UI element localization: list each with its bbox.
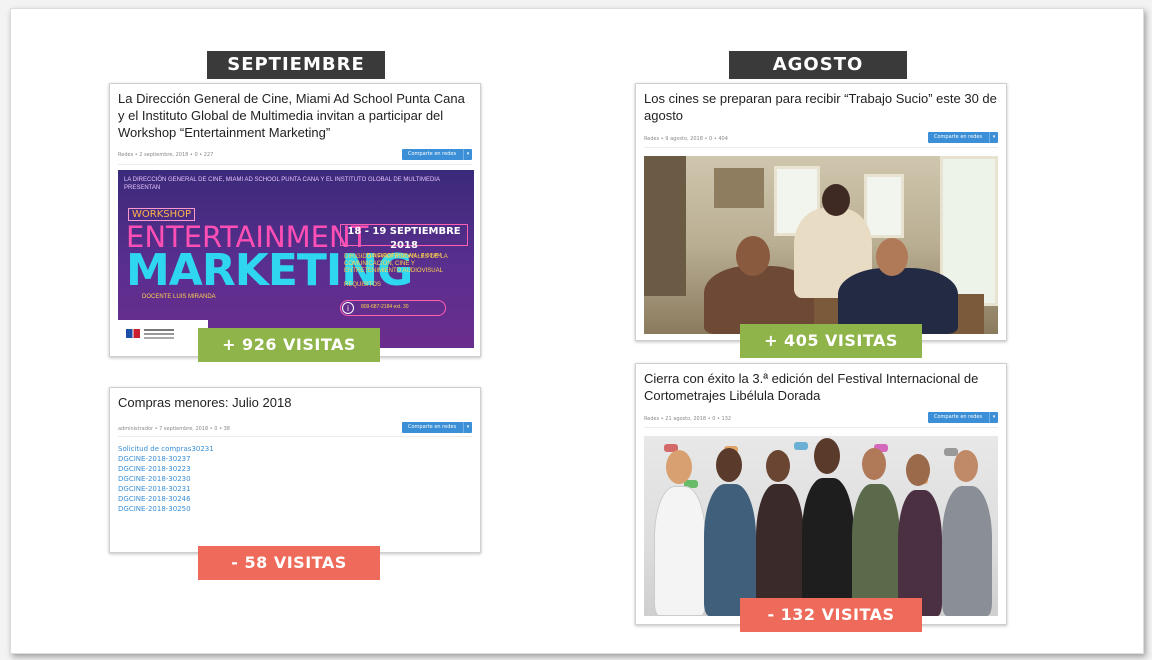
post-meta: Redes • 2 septiembre, 2018 • 0 • 227 (118, 152, 214, 158)
festival-group-photo (644, 436, 998, 616)
month-label-agosto: AGOSTO (729, 51, 907, 79)
share-button[interactable]: Comparte en redes ▾ (928, 412, 998, 423)
post-meta: administrador • 7 septiembre, 2018 • 0 •… (118, 426, 230, 432)
share-label: Comparte en redes (408, 151, 457, 157)
poster-contact: 809-687-2184 ext. 30 (340, 300, 446, 316)
document-links: Solicitud de compras30231 DGCINE-2018-30… (118, 444, 214, 514)
logo-icon (144, 329, 174, 331)
slide: SEPTIEMBRE AGOSTO La Dirección General d… (10, 8, 1144, 654)
doc-link[interactable]: DGCINE-2018-30230 (118, 474, 214, 484)
poster-date: 18 - 19 SEPTIEMBRE 2018 FUNGLODE 9:00 AM… (340, 224, 468, 259)
divider (644, 427, 998, 428)
poster-dirigido: DIRIGIDO A PROFESIONALES DE LA COMUNICAC… (344, 254, 448, 274)
post-card-compras[interactable]: Compras menores: Julio 2018 administrado… (109, 387, 481, 580)
movie-still-image (644, 156, 998, 334)
chevron-down-icon[interactable]: ▾ (463, 149, 472, 160)
share-button[interactable]: Comparte en redes ▾ (402, 149, 472, 160)
post-title[interactable]: Cierra con éxito la 3.ª edición del Fest… (644, 370, 998, 404)
post-card-workshop[interactable]: La Dirección General de Cine, Miami Ad S… (109, 83, 481, 362)
doc-link[interactable]: Solicitud de compras30231 (118, 444, 214, 454)
post-card-cines[interactable]: Los cines se preparan para recibir “Trab… (635, 83, 1007, 358)
doc-link[interactable]: DGCINE-2018-30231 (118, 484, 214, 494)
doc-link[interactable]: DGCINE-2018-30223 (118, 464, 214, 474)
share-label: Comparte en redes (934, 414, 983, 420)
info-icon: i (342, 302, 354, 314)
visits-badge: + 926 VISITAS (198, 328, 380, 362)
share-button[interactable]: Comparte en redes ▾ (402, 422, 472, 433)
share-label: Comparte en redes (934, 134, 983, 140)
divider (118, 436, 472, 437)
post-title[interactable]: Compras menores: Julio 2018 (118, 394, 472, 411)
poster-date-text: 18 - 19 SEPTIEMBRE 2018 (347, 226, 461, 251)
visits-badge: + 405 VISITAS (740, 324, 922, 358)
divider (644, 147, 998, 148)
post-card-festival[interactable]: Cierra con éxito la 3.ª edición del Fest… (635, 363, 1007, 632)
visits-badge: - 58 VISITAS (198, 546, 380, 580)
share-button[interactable]: Comparte en redes ▾ (928, 132, 998, 143)
poster-top-text: LA DIRECCIÓN GENERAL DE CINE, MIAMI AD S… (124, 177, 440, 191)
flag-icon (126, 329, 140, 338)
divider (118, 164, 472, 165)
month-label-septiembre: SEPTIEMBRE (207, 51, 385, 79)
workshop-poster-image: LA DIRECCIÓN GENERAL DE CINE, MIAMI AD S… (118, 170, 474, 348)
post-meta: Redes • 21 agosto, 2018 • 0 • 132 (644, 416, 732, 422)
doc-link[interactable]: DGCINE-2018-30250 (118, 504, 214, 514)
share-label: Comparte en redes (408, 424, 457, 430)
visits-badge: - 132 VISITAS (740, 598, 922, 632)
chevron-down-icon[interactable]: ▾ (989, 132, 998, 143)
post-title[interactable]: La Dirección General de Cine, Miami Ad S… (118, 90, 472, 141)
doc-link[interactable]: DGCINE-2018-30237 (118, 454, 214, 464)
chevron-down-icon[interactable]: ▾ (989, 412, 998, 423)
poster-requisitos: REQUISITOS (344, 282, 381, 288)
doc-link[interactable]: DGCINE-2018-30246 (118, 494, 214, 504)
poster-docente: DOCENTE LUIS MIRANDA (142, 294, 216, 300)
post-title[interactable]: Los cines se preparan para recibir “Trab… (644, 90, 998, 124)
chevron-down-icon[interactable]: ▾ (463, 422, 472, 433)
sponsor-logos (118, 320, 208, 348)
post-meta: Redes • 9 agosto, 2018 • 0 • 404 (644, 136, 728, 142)
